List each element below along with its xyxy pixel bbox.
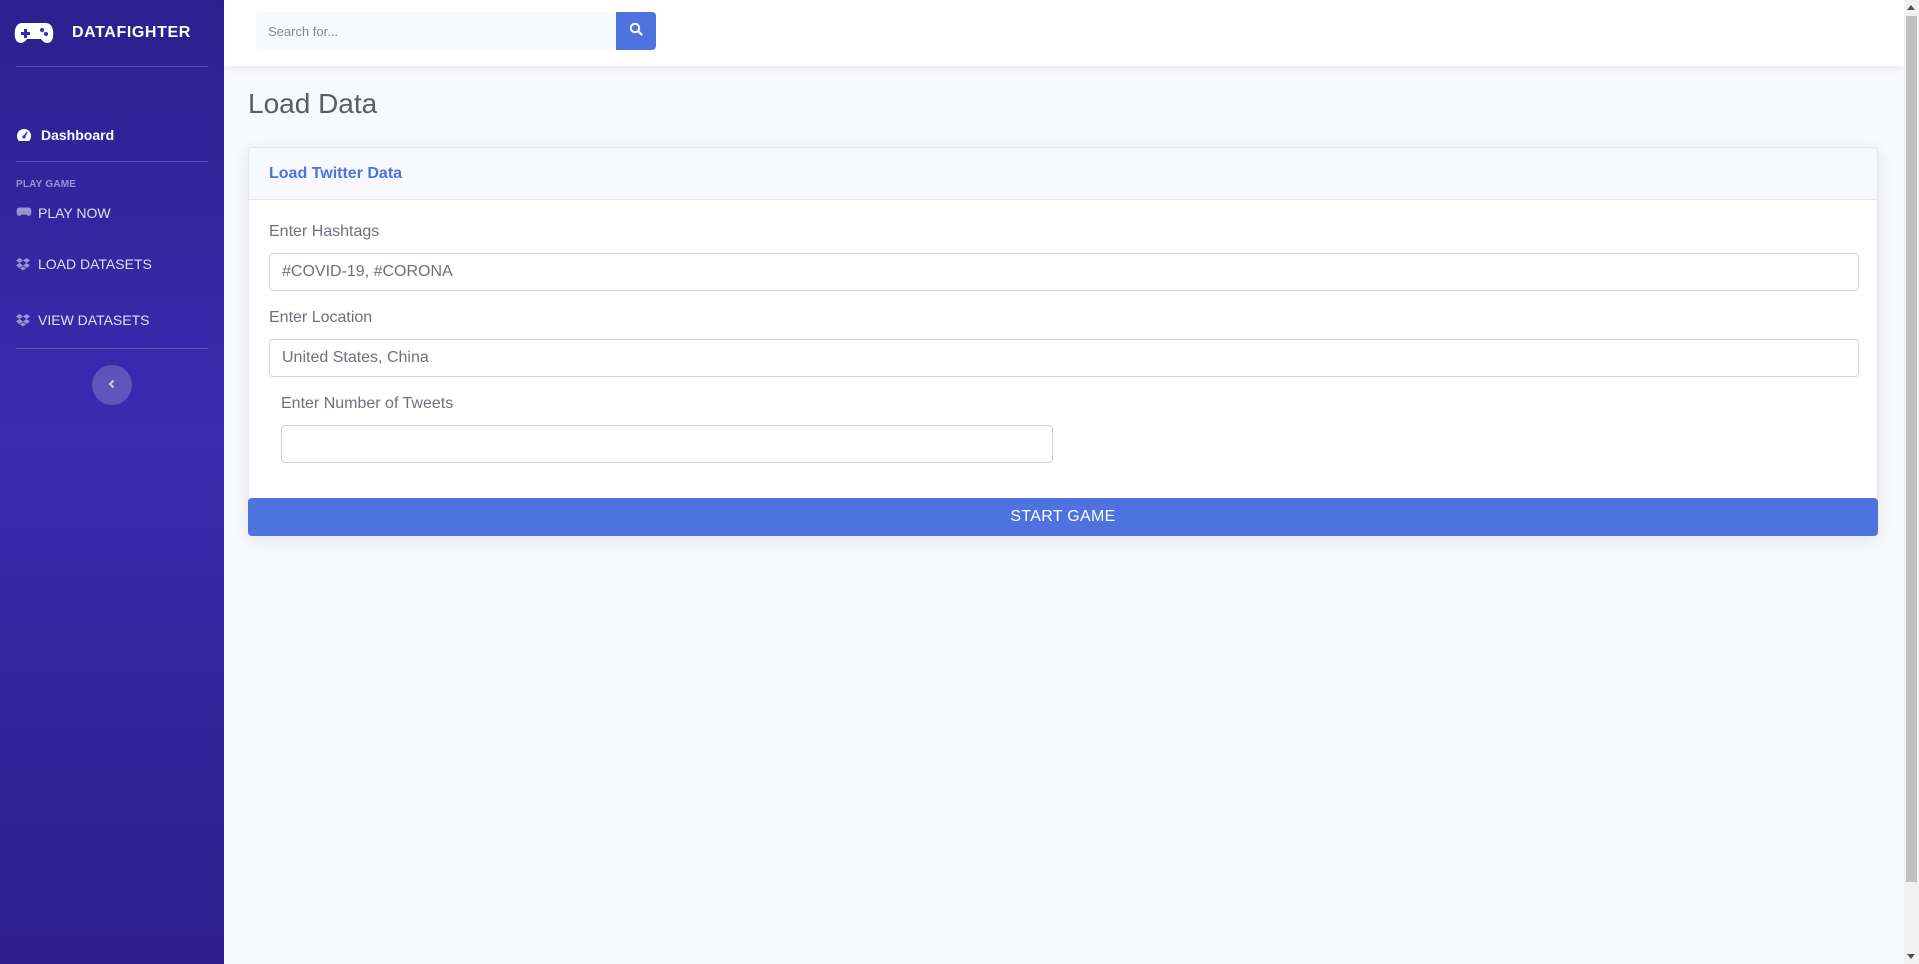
sidebar-divider (16, 348, 208, 349)
sidebar-item-view-datasets[interactable]: VIEW DATASETS (0, 292, 224, 348)
tweet-count-input[interactable] (281, 425, 1053, 463)
sidebar-divider (16, 66, 208, 67)
sidebar-item-label: Dashboard (41, 127, 115, 143)
topbar (224, 0, 1904, 66)
brand[interactable]: DATAFIGHTER (0, 0, 224, 66)
chevron-left-icon (107, 376, 117, 394)
hashtags-label: Enter Hashtags (269, 223, 380, 240)
sidebar-item-dashboard[interactable]: Dashboard (0, 109, 224, 161)
scroll-up-arrow-icon[interactable] (1907, 5, 1915, 10)
dropbox-icon (16, 257, 32, 271)
start-game-button[interactable]: START GAME (248, 498, 1878, 536)
card-title: Load Twitter Data (249, 148, 1877, 200)
sidebar-item-load-datasets[interactable]: LOAD DATASETS (0, 236, 224, 292)
search-button[interactable] (616, 12, 656, 50)
sidebar-heading: PLAY GAME (16, 179, 77, 190)
page-title: Load Data (248, 88, 378, 119)
load-twitter-data-card: Load Twitter Data Enter Hashtags Enter L… (248, 147, 1878, 536)
search-icon (629, 22, 643, 41)
page-scrollbar[interactable] (1904, 0, 1919, 964)
hashtags-input[interactable] (269, 253, 1859, 291)
brand-name: DATAFIGHTER (72, 24, 191, 41)
sidebar-toggle-wrap (0, 365, 224, 405)
scroll-thumb[interactable] (1906, 16, 1917, 882)
search-input[interactable] (256, 12, 616, 50)
gamepad-icon (16, 206, 32, 220)
sidebar: DATAFIGHTER Dashboard PLAY GAME PLAY NOW… (0, 0, 224, 964)
tweet-count-label: Enter Number of Tweets (281, 395, 454, 412)
scroll-down-arrow-icon[interactable] (1907, 954, 1915, 959)
sidebar-item-play-now[interactable]: PLAY NOW (0, 190, 224, 236)
search-bar (256, 12, 656, 50)
sidebar-toggle-button[interactable] (92, 365, 132, 405)
tachometer-icon (16, 127, 32, 143)
dropbox-icon (16, 313, 32, 327)
sidebar-item-label: VIEW DATASETS (38, 312, 150, 328)
sidebar-divider (16, 161, 208, 162)
gamepad-icon (14, 19, 54, 47)
location-input[interactable] (269, 339, 1859, 377)
sidebar-item-label: PLAY NOW (38, 205, 111, 221)
sidebar-item-label: LOAD DATASETS (38, 256, 152, 272)
location-label: Enter Location (269, 309, 373, 326)
